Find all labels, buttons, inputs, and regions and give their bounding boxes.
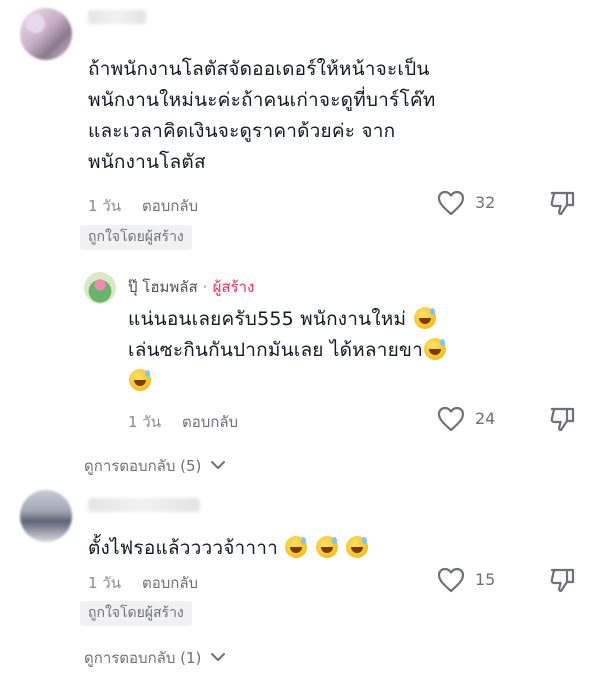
heart-outline-icon [437,567,465,593]
chevron-down-icon [211,653,226,661]
grinning-sweat-emoji-icon [345,536,368,558]
username-blurred[interactable] [88,498,200,512]
view-replies-label: ดูการตอบกลับ (5) [84,457,202,475]
grinning-sweat-emoji-icon [413,307,436,329]
like-count: 24 [475,409,496,428]
comment-text: ตั้งไฟรอแล้ววววจ้าาาา [88,533,588,564]
comment-time: 1 วัน [88,574,121,592]
creator-header: ปุ๊ โฮมพลัส · ผู้สร้าง [128,275,254,299]
reply-button[interactable]: ตอบกลับ [142,194,198,218]
like-button[interactable]: 15 [437,566,507,594]
heart-outline-icon [437,190,465,216]
grinning-sweat-emoji-icon [129,369,151,391]
like-button[interactable]: 32 [437,189,507,217]
liked-by-creator-badge: ถูกใจโดยผู้สร้าง [80,601,192,626]
grinning-sweat-emoji-icon [315,536,338,558]
thumbs-down-icon[interactable] [548,566,576,594]
comment-text: ถ้าพนักงานโลตัสจัดออเดอร์ให้หน้าจะเป็น พ… [88,58,436,173]
view-replies-button[interactable]: ดูการตอบกลับ (5) [84,454,226,478]
liked-by-creator-badge: ถูกใจโดยผู้สร้าง [80,225,192,250]
like-count: 15 [475,570,496,589]
avatar[interactable] [20,8,72,60]
reply-button[interactable]: ตอบกลับ [182,410,238,434]
reply-button[interactable]: ตอบกลับ [142,571,198,595]
comment-time: 1 วัน [128,413,161,431]
view-replies-button[interactable]: ดูการตอบกลับ (1) [84,646,226,670]
view-replies-label: ดูการตอบกลับ (1) [84,649,202,667]
thumbs-down-icon[interactable] [548,189,576,217]
avatar[interactable] [20,490,72,542]
grinning-sweat-emoji-icon [424,338,446,360]
heart-outline-icon [437,406,465,432]
chevron-down-icon [211,461,226,469]
creator-reply-text: แน่นอนเลยครับ555 พนักงานใหม่ เล่นซะกินกั… [128,304,588,397]
thumbs-down-icon[interactable] [548,405,576,433]
creator-name[interactable]: ปุ๊ โฮมพลัส [128,278,198,296]
separator-dot: · [202,278,208,296]
creator-avatar[interactable] [84,272,116,304]
username-blurred[interactable] [88,10,146,24]
creator-tag: ผู้สร้าง [212,278,255,296]
like-count: 32 [475,193,496,212]
like-button[interactable]: 24 [437,405,507,433]
comment-time: 1 วัน [88,197,121,215]
grinning-sweat-emoji-icon [285,536,308,558]
